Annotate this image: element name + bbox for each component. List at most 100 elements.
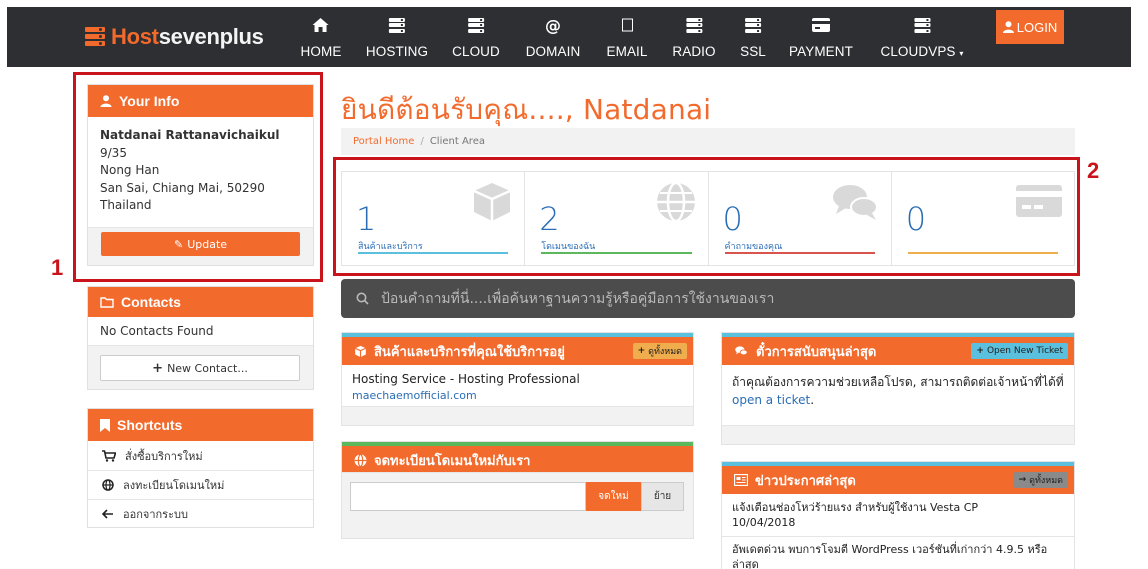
recent-tickets-panel: ตั๋วการสนับสนุนล่าสุด + Open New Ticket … xyxy=(721,332,1075,445)
announcements-panel: ข่าวประกาศล่าสุด → ดูทั้งหมด แจ้งเตือนช่… xyxy=(721,461,1075,569)
knowledgebase-search-input[interactable]: ป้อนคำถามที่นี่....เพื่อค้นหาฐานความรู้ห… xyxy=(341,279,1075,318)
register-domain-footer: จดใหม่ ย้าย xyxy=(342,472,693,538)
open-new-ticket-button[interactable]: + Open New Ticket xyxy=(971,343,1068,359)
server-icon xyxy=(880,15,963,35)
no-contacts-text: No Contacts Found xyxy=(100,324,214,338)
server-icon xyxy=(366,15,428,35)
login-label: LOGIN xyxy=(1016,19,1058,35)
at-icon: @ xyxy=(544,15,561,35)
shortcuts-panel: Shortcuts สั่งซื้อบริการใหม่ ลงทะเบียนโด… xyxy=(87,408,314,528)
active-services-panel: สินค้าและบริการที่คุณใช้บริการอยู่ + ดูท… xyxy=(341,332,694,426)
breadcrumb-current: Client Area xyxy=(429,136,485,147)
news-view-all-button[interactable]: → ดูทั้งหมด xyxy=(1013,472,1068,488)
tickets-footer xyxy=(722,425,1074,444)
annotation-label-1: 1 xyxy=(51,255,64,280)
server-icon xyxy=(740,15,766,35)
news-item-1[interactable]: แจ้งเตือนช่องโหว่ร้ายแรง สำหรับผู้ใช้งาน… xyxy=(722,494,1074,537)
nav-hosting[interactable]: HOSTING xyxy=(366,15,428,59)
news-item-2-title-cont: ล่าสุด xyxy=(732,558,759,569)
credit-card-icon xyxy=(789,15,853,35)
annotation-box-2 xyxy=(333,157,1080,276)
nav-ssl-label: SSL xyxy=(740,44,766,59)
shortcut-label: ออกจากระบบ xyxy=(123,508,188,521)
transfer-domain-button[interactable]: ย้าย xyxy=(641,482,684,511)
breadcrumb: Portal Home / Client Area xyxy=(341,128,1075,155)
shortcuts-header: Shortcuts xyxy=(88,409,313,441)
home-icon xyxy=(301,15,342,35)
user-icon xyxy=(1002,21,1014,33)
nav-email[interactable]: EMAIL xyxy=(606,15,647,59)
arrow-left-icon xyxy=(102,509,113,519)
shortcuts-title: Shortcuts xyxy=(117,417,183,433)
register-label: จดใหม่ xyxy=(598,491,629,502)
news-item-1-title: แจ้งเตือนช่องโหว่ร้ายแรง สำหรับผู้ใช้งาน… xyxy=(732,501,979,514)
shortcut-register-domain[interactable]: ลงทะเบียนโดเมนใหม่ xyxy=(88,470,313,499)
news-title: ข่าวประกาศล่าสุด xyxy=(755,473,856,489)
envelope-icon xyxy=(606,15,647,35)
services-title: สินค้าและบริการที่คุณใช้บริการอยู่ xyxy=(374,344,565,360)
open-ticket-link[interactable]: open a ticket xyxy=(732,393,810,407)
nav-domain[interactable]: @ DOMAIN xyxy=(526,15,581,60)
nav-radio-label: RADIO xyxy=(672,44,716,59)
services-header: สินค้าและบริการที่คุณใช้บริการอยู่ + ดูท… xyxy=(342,337,693,365)
contacts-title: Contacts xyxy=(121,294,181,310)
contacts-panel: Contacts No Contacts Found + New Contact… xyxy=(87,286,314,390)
search-icon xyxy=(356,292,369,305)
service-item-domain-link[interactable]: maechaemofficial.com xyxy=(352,389,477,402)
shortcut-order-service[interactable]: สั่งซื้อบริการใหม่ xyxy=(88,441,313,470)
register-domain-panel: จดทะเบียนโดเมนใหม่กับเรา จดใหม่ ย้าย xyxy=(341,441,694,539)
login-button[interactable]: LOGIN xyxy=(996,10,1064,44)
annotation-label-2: 2 xyxy=(1087,158,1100,183)
services-view-all-label: ดูทั้งหมด xyxy=(648,347,682,357)
nav-cloud-label: CLOUD xyxy=(452,44,500,59)
plus-icon: + xyxy=(152,360,164,376)
register-domain-header: จดทะเบียนโดเมนใหม่กับเรา xyxy=(342,446,693,474)
shortcut-label: ลงทะเบียนโดเมนใหม่ xyxy=(123,479,225,492)
main-nav: HOME HOSTING CLOUD @ DOMAIN EMAIL RADIO … xyxy=(7,7,1131,67)
page-title: ยินดีต้อนรับคุณ...., Natdanai xyxy=(341,93,712,126)
cube-icon xyxy=(354,345,367,357)
shortcuts-list: สั่งซื้อบริการใหม่ ลงทะเบียนโดเมนใหม่ ออ… xyxy=(88,441,313,528)
nav-radio[interactable]: RADIO xyxy=(672,15,716,59)
news-item-1-date: 10/04/2018 xyxy=(732,516,796,529)
shortcut-logout[interactable]: ออกจากระบบ xyxy=(88,499,313,528)
nav-cloudvps-label: CLOUDVPS ▾ xyxy=(880,44,963,59)
folder-icon xyxy=(100,296,114,308)
nav-cloudvps[interactable]: CLOUDVPS ▾ xyxy=(880,15,963,59)
bookmark-icon xyxy=(100,418,110,432)
shortcut-label: สั่งซื้อบริการใหม่ xyxy=(125,449,203,463)
services-body: Hosting Service - Hosting Professional m… xyxy=(342,365,693,410)
plus-icon: + xyxy=(637,346,646,356)
nav-payment[interactable]: PAYMENT xyxy=(789,15,853,59)
services-view-all-button[interactable]: + ดูทั้งหมด xyxy=(632,343,687,359)
nav-cloud[interactable]: CLOUD xyxy=(452,15,500,59)
newspaper-icon xyxy=(734,474,748,486)
search-placeholder: ป้อนคำถามที่นี่....เพื่อค้นหาฐานความรู้ห… xyxy=(381,290,775,307)
tickets-help-period: . xyxy=(810,393,815,407)
breadcrumb-separator: / xyxy=(420,136,424,147)
nav-home[interactable]: HOME xyxy=(301,15,342,59)
caret-down-icon: ▾ xyxy=(959,49,964,58)
server-icon xyxy=(672,15,715,35)
open-ticket-label: Open New Ticket xyxy=(986,346,1063,356)
nav-cloudvps-text: CLOUDVPS xyxy=(880,44,956,59)
breadcrumb-home-link[interactable]: Portal Home xyxy=(353,136,414,147)
domain-search-input[interactable] xyxy=(350,482,586,511)
service-item-name[interactable]: Hosting Service - Hosting Professional xyxy=(352,371,683,387)
new-contact-button[interactable]: + New Contact... xyxy=(100,355,300,381)
top-navbar: Hostsevenplus HOME HOSTING CLOUD @ DOMAI… xyxy=(7,7,1131,67)
plus-icon: + xyxy=(976,346,984,356)
tickets-body: ถ้าคุณต้องการความช่วยเหลือโปรด, สามารถติ… xyxy=(722,365,1074,417)
tickets-header: ตั๋วการสนับสนุนล่าสุด + Open New Ticket xyxy=(722,337,1074,365)
register-domain-button[interactable]: จดใหม่ xyxy=(586,482,641,511)
cart-icon xyxy=(102,449,116,462)
nav-payment-label: PAYMENT xyxy=(789,44,853,59)
nav-ssl[interactable]: SSL xyxy=(740,15,766,59)
news-view-all-label: ดูทั้งหมด xyxy=(1029,476,1063,486)
contacts-header: Contacts xyxy=(88,287,313,317)
tickets-help-text: ถ้าคุณต้องการความช่วยเหลือโปรด, สามารถติ… xyxy=(732,375,1064,389)
nav-email-label: EMAIL xyxy=(606,44,648,59)
news-item-2[interactable]: อัพเดตด่วน พบการโจมตี WordPress เวอร์ชัน… xyxy=(722,537,1074,569)
register-domain-title: จดทะเบียนโดเมนใหม่กับเรา xyxy=(374,453,531,469)
globe-icon xyxy=(354,453,367,467)
